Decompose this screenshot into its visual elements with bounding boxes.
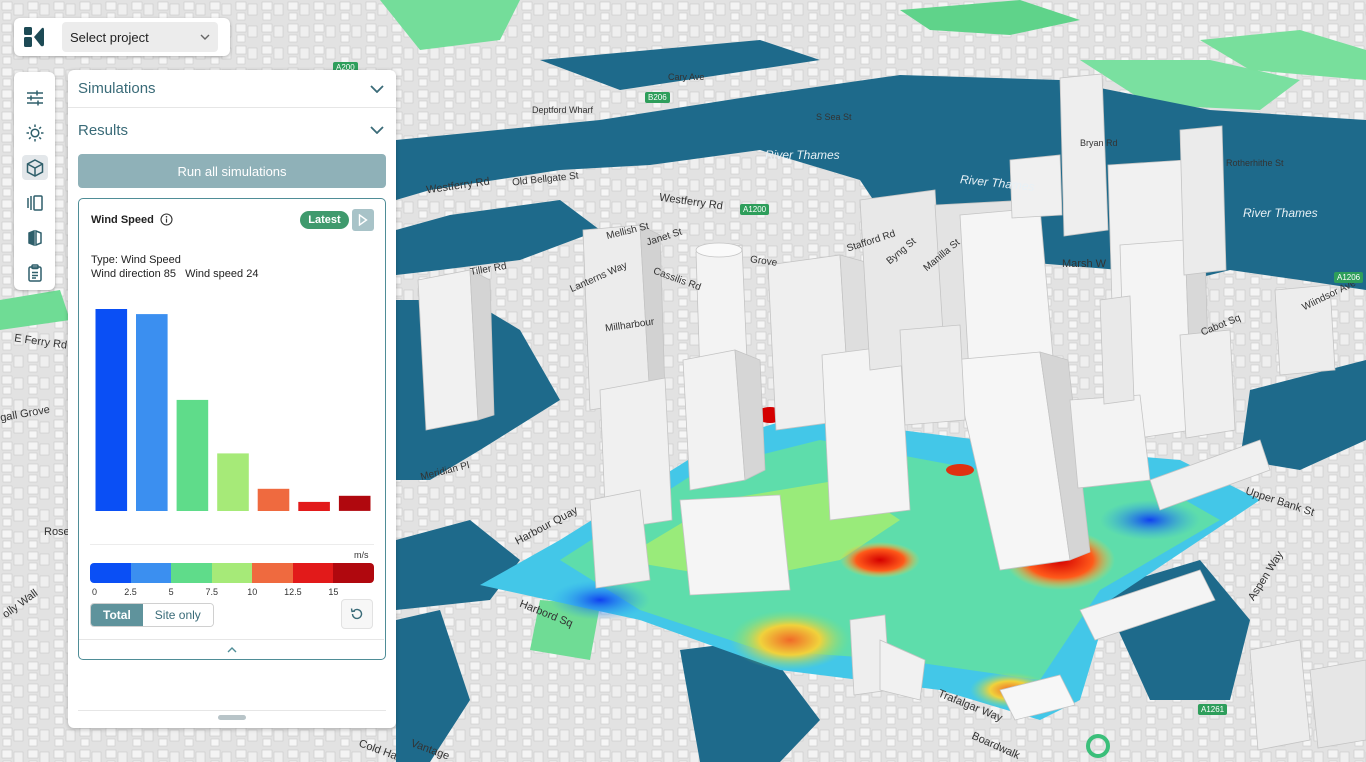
wind-speed-histogram [95,309,371,511]
chevron-down-icon [370,126,384,134]
map-label-street: Cary Ave [668,72,705,82]
result-card-header: Wind Speed [91,213,173,226]
result-type: Type: Wind Speed [91,254,181,266]
chevron-down-icon [200,34,210,40]
side-toolbar [14,72,55,290]
results-panel: Simulations Results Run all simulations … [68,70,396,728]
sun-icon[interactable] [22,120,48,145]
legend-swatch [171,563,212,583]
info-icon[interactable] [160,213,173,226]
clipboard-icon[interactable] [22,260,48,285]
play-icon[interactable] [352,209,374,231]
histogram-bar [257,488,290,511]
buildings-icon[interactable] [22,190,48,215]
refresh-icon [350,608,363,620]
result-card-title: Wind Speed [91,213,154,226]
histogram-bar [338,495,371,511]
legend-tick-label: 0 [92,587,98,597]
chevron-up-icon [227,646,236,652]
histogram-bar [136,314,168,511]
histogram-bar [95,309,128,511]
legend-swatch [90,563,131,583]
histogram-bar [176,399,209,511]
road-badge: A1206 [1334,272,1364,283]
accordion-results[interactable]: Results [68,111,396,149]
chevron-down-icon [370,84,384,93]
map-label-river-thames: River Thames [765,148,840,162]
legend-swatch [333,563,374,583]
toggle-site-only[interactable]: Site only [142,604,213,626]
map-label-street: Rotherhithe St [1226,158,1284,168]
histogram-bar [298,501,330,511]
color-legend [90,563,374,583]
legend-swatch [252,563,293,583]
project-select[interactable]: Select project [62,22,218,52]
histogram-bar [217,453,249,511]
map-label-street: Bryan Rd [1080,138,1118,148]
divider [90,544,374,545]
map-label-street: S Sea St [816,112,852,122]
collapse-card-button[interactable] [79,639,384,659]
divider [78,710,386,711]
map-label-river-thames: River Thames [1243,206,1318,220]
project-select-label: Select project [70,29,149,45]
wind-direction: Wind direction 85 [91,268,176,280]
cube-icon[interactable] [21,155,48,180]
legend-unit: m/s [354,550,369,560]
legend-swatch [292,563,334,583]
accordion-simulations-label: Simulations [78,80,156,97]
legend-tick-label: 15 [328,587,339,597]
legend-tick-label: 10 [247,587,258,597]
road-badge: B206 [645,92,670,103]
accordion-simulations[interactable]: Simulations [68,70,396,108]
project-bar: Select project [14,18,230,56]
wind-speed: Wind speed 24 [185,268,259,280]
legend-tick-label: 5 [168,587,174,597]
legend-tick-label: 7.5 [205,587,218,597]
run-all-simulations-button[interactable]: Run all simulations [78,154,386,188]
wind-speed-result-card: Wind Speed Latest Type: Wind Speed Wind … [78,198,386,660]
accordion-results-label: Results [78,121,129,139]
resize-handle[interactable] [218,715,246,720]
sliders-icon[interactable] [22,85,48,110]
status-badge: Latest [300,211,349,229]
legend-swatch [211,563,253,583]
legend-swatch [130,563,172,583]
map-label-street: Marsh W [1062,258,1106,270]
road-badge: A1200 [740,204,770,215]
project-logo-icon[interactable] [14,18,54,56]
toggle-total[interactable]: Total [91,604,143,626]
reset-button[interactable] [341,599,373,629]
legend-tick-label: 2.5 [124,587,137,597]
legend-tick-label: 12.5 [284,587,302,597]
road-badge: A1261 [1198,704,1228,715]
result-meta: Type: Wind Speed Wind direction 85 Wind … [91,253,258,281]
total-site-toggle: Total Site only [90,603,214,627]
split-view-icon[interactable] [22,225,48,250]
map-label-street: Rose [44,526,70,538]
map-label-street: Deptford Wharf [532,105,594,115]
legend-ticks: 0 2.5 5 7.5 10 12.5 15 [90,587,374,599]
